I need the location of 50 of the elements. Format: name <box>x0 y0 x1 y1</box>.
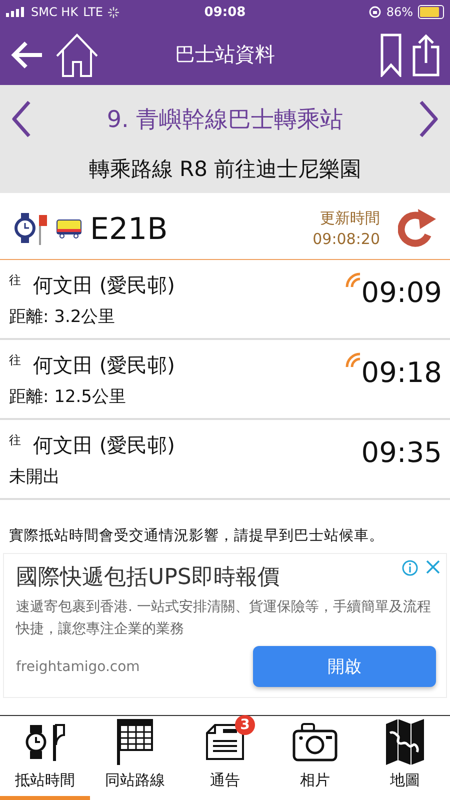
arrival-detail: 未開出 <box>9 466 61 488</box>
signal-icon <box>6 7 26 17</box>
back-arrow-icon[interactable] <box>10 40 44 70</box>
watch-flag-icon <box>14 213 48 245</box>
battery-percent: 86% <box>386 5 413 19</box>
arrival-detail: 距離: 12.5公里 <box>9 386 127 408</box>
tab[interactable]: 地圖 <box>360 716 450 800</box>
open-button[interactable]: 開啟 <box>253 646 436 687</box>
page-title: 巴士站資料 <box>174 41 276 68</box>
direction-label: 往 <box>9 432 21 449</box>
carrier-name: SMC HK <box>31 5 78 19</box>
network-type: LTE <box>83 5 104 19</box>
bus-icon <box>56 219 82 239</box>
update-time: 09:08:20 <box>312 229 380 250</box>
loading-icon <box>108 6 120 18</box>
timetable-flag-icon <box>116 719 154 765</box>
destination: 何文田 (愛民邨) <box>33 352 175 379</box>
transfer-title: 轉乘路線 R8 前往迪士尼樂園 <box>0 153 450 193</box>
direction-label: 往 <box>9 352 21 369</box>
route-number: E21B <box>90 212 169 246</box>
destination: 何文田 (愛民邨) <box>33 432 175 459</box>
share-icon[interactable] <box>412 32 440 76</box>
previous-icon[interactable] <box>10 99 32 139</box>
bookmark-icon[interactable] <box>380 32 402 76</box>
arrival-time: 09:18 <box>361 356 442 389</box>
tab[interactable]: 3 通告 <box>180 716 270 800</box>
ad-headline: 國際快遞包括UPS即時報價 <box>16 564 280 592</box>
status-time: 09:08 <box>204 4 246 20</box>
notification-badge: 3 <box>235 715 255 735</box>
info-icon[interactable] <box>402 560 418 576</box>
tab[interactable]: 抵站時間 <box>0 716 90 800</box>
station-name: 9. 青嶼幹線巴士轉乘站 <box>106 106 344 134</box>
camera-icon <box>292 722 338 762</box>
folded-map-icon <box>385 718 425 766</box>
update-label: 更新時間 <box>320 208 380 229</box>
battery-icon <box>418 5 444 19</box>
arrival-detail: 距離: 3.2公里 <box>9 306 116 328</box>
notice-text: 實際抵站時間會受交通情況影響，請提早到巴士站候車。 <box>8 526 385 546</box>
rotation-lock-icon <box>369 6 382 18</box>
next-icon[interactable] <box>418 99 440 139</box>
tab[interactable]: 相片 <box>270 716 360 800</box>
tab[interactable]: 同站路線 <box>90 716 180 800</box>
ad-domain: freightamigo.com <box>16 658 140 674</box>
arrival-time: 09:35 <box>361 436 442 469</box>
direction-label: 往 <box>9 272 21 289</box>
home-icon[interactable] <box>54 32 100 78</box>
destination: 何文田 (愛民邨) <box>33 272 175 299</box>
close-icon[interactable] <box>426 560 440 574</box>
ad-body: 速遞寄包裹到香港. 一站式安排清關、貨運保險等，手續簡單及流程快捷，讓您專注企業的業務 <box>16 598 432 639</box>
arrival-time: 09:09 <box>361 276 442 309</box>
